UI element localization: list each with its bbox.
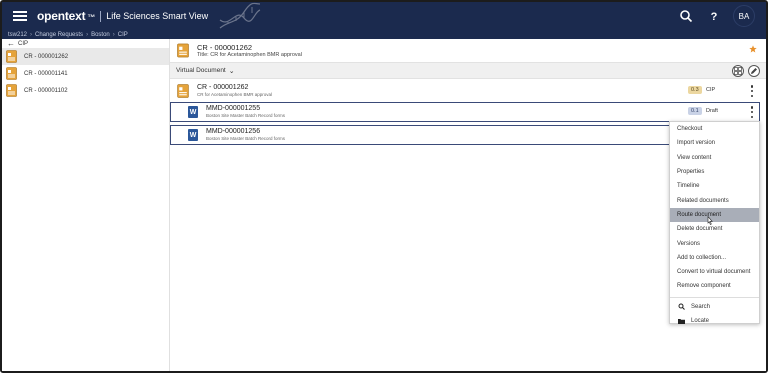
logo-text: opentext <box>37 9 86 23</box>
favorite-star-icon[interactable] <box>749 45 757 53</box>
context-menu: Checkout Import version View content Pro… <box>669 121 760 324</box>
row-subtitle: Boston Site Master Batch Record forms <box>206 113 286 118</box>
dna-decoration-icon <box>219 2 261 29</box>
menu-item-remove-component[interactable]: Remove component <box>670 279 759 293</box>
list-item-label: CR - 000001141 <box>24 70 68 77</box>
table-row[interactable]: W MMD-000001255 Boston Site Master Batch… <box>170 102 760 122</box>
search-icon <box>677 303 685 311</box>
breadcrumb-item-cip[interactable]: CIP <box>118 32 128 38</box>
menu-item-label: Locate <box>691 318 710 324</box>
row-title: MMD-000001256 <box>206 128 261 135</box>
more-options-icon[interactable] <box>749 85 755 97</box>
change-request-icon <box>177 83 189 98</box>
top-bar: opentext ™ Life Sciences Smart View ? BA <box>2 2 766 30</box>
breadcrumb: tsw212 › Change Requests › Boston › CIP <box>2 30 766 39</box>
edit-button[interactable] <box>748 65 760 77</box>
pencil-icon <box>751 68 757 74</box>
list-item-label: CR - 000001262 <box>24 53 69 60</box>
list-item-label: CR - 000001102 <box>24 87 68 94</box>
opentext-logo: opentext ™ <box>37 9 95 23</box>
breadcrumb-separator: › <box>112 31 115 38</box>
breadcrumb-separator: › <box>30 31 33 38</box>
breadcrumb-item-change-requests[interactable]: Change Requests <box>35 32 83 38</box>
menu-item-convert-to-virtual-document[interactable]: Convert to virtual document <box>670 265 759 279</box>
change-request-icon <box>6 84 17 97</box>
word-document-icon: W <box>188 106 198 118</box>
list-item[interactable]: CR - 000001262 <box>2 48 169 65</box>
menu-item-delete-document[interactable]: Delete document <box>670 222 759 236</box>
change-request-icon <box>6 67 17 80</box>
row-subtitle: CR for Acetaminophen BMR approval <box>197 91 273 97</box>
menu-item-route-document[interactable]: Route document <box>670 207 759 223</box>
version-badge: 0.1 <box>688 107 702 115</box>
list-item[interactable]: CR - 000001102 <box>2 82 169 99</box>
menu-icon[interactable] <box>13 11 27 21</box>
left-panel: ← CIP CR - 000001262 CR - 000001141 CR -… <box>2 39 170 371</box>
back-label: CIP <box>18 40 29 47</box>
breadcrumb-item-root[interactable]: tsw212 <box>8 32 27 38</box>
svg-text:?: ? <box>711 11 718 23</box>
back-button[interactable]: ← CIP <box>2 39 169 48</box>
change-request-icon <box>6 50 17 63</box>
document-header: CR - 000001262 Title: CR for Acetaminoph… <box>170 39 766 62</box>
version-badge: 0.3 <box>688 86 702 94</box>
page-title: CR - 000001262 <box>197 42 253 52</box>
more-options-icon[interactable] <box>749 106 755 118</box>
view-selector-bar: Virtual Document ⌄ <box>170 62 766 79</box>
menu-item-timeline[interactable]: Timeline <box>670 179 759 193</box>
help-button[interactable]: ? <box>705 7 723 25</box>
menu-item-checkout[interactable]: Checkout <box>670 122 759 136</box>
header-divider <box>100 10 102 22</box>
menu-item-related-documents[interactable]: Related documents <box>670 193 759 207</box>
menu-item-versions[interactable]: Versions <box>670 236 759 250</box>
menu-item-properties[interactable]: Properties <box>670 165 759 179</box>
folder-icon <box>677 317 685 325</box>
status-label: Draft <box>706 108 718 114</box>
page-subtitle: Title: CR for Acetaminophen BMR approval <box>197 51 302 58</box>
display-settings-button[interactable] <box>732 65 744 77</box>
menu-divider <box>670 296 759 298</box>
row-title: CR - 000001262 <box>197 83 249 91</box>
menu-item-label: Search <box>691 303 711 310</box>
menu-item-add-to-collection[interactable]: Add to collection... <box>670 251 759 265</box>
word-document-icon: W <box>188 129 198 141</box>
table-row[interactable]: CR - 000001262 CR for Acetaminophen BMR … <box>170 81 766 100</box>
view-selector[interactable]: Virtual Document <box>176 67 226 74</box>
search-icon <box>680 10 693 23</box>
logo-mark: ™ <box>87 13 96 22</box>
back-arrow-icon: ← <box>7 38 15 48</box>
grid-settings-icon <box>734 67 742 75</box>
menu-item-search[interactable]: Search <box>670 300 759 314</box>
change-request-icon <box>177 43 189 58</box>
menu-item-locate[interactable]: Locate <box>670 314 759 328</box>
menu-item-view-content[interactable]: View content <box>670 151 759 165</box>
mouse-pointer-icon <box>707 216 713 225</box>
chevron-down-icon[interactable]: ⌄ <box>229 67 235 75</box>
help-icon: ? <box>711 11 718 23</box>
breadcrumb-separator: › <box>86 31 89 38</box>
app-name: Life Sciences Smart View <box>106 11 209 21</box>
status-label: CIP <box>706 87 716 93</box>
row-title: MMD-000001255 <box>206 105 261 112</box>
menu-item-import-version[interactable]: Import version <box>670 136 759 150</box>
row-subtitle: Boston Site Master Batch Record forms <box>206 136 286 141</box>
list-item[interactable]: CR - 000001141 <box>2 65 169 82</box>
search-button[interactable] <box>677 7 695 25</box>
user-avatar[interactable]: BA <box>733 5 755 27</box>
breadcrumb-item-boston[interactable]: Boston <box>91 32 110 38</box>
